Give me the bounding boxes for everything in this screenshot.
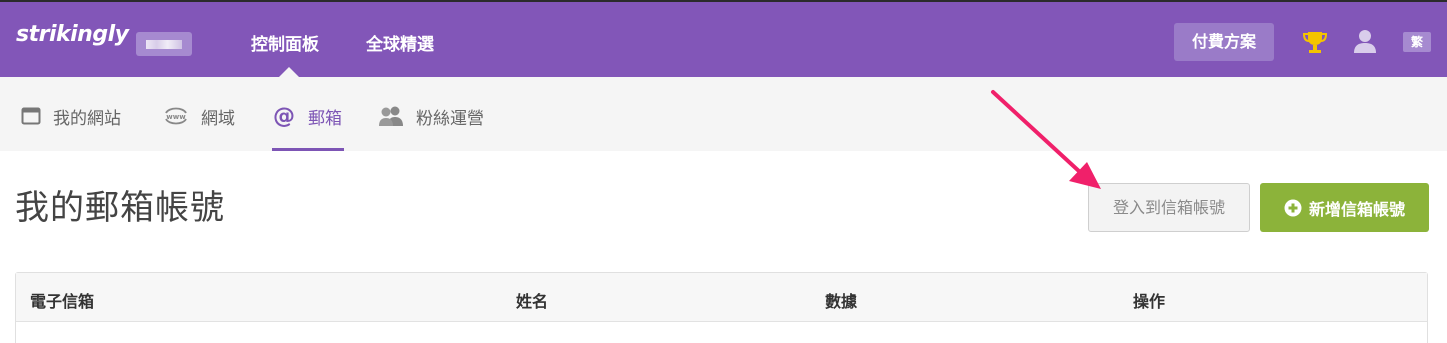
add-mailbox-label: 新增信箱帳號	[1308, 199, 1405, 219]
column-header-name: 姓名	[516, 292, 549, 311]
section-tabs: 我的網站 www 網域 @ 郵箱 粉絲運營	[0, 77, 1447, 151]
annotation-arrow	[991, 90, 1101, 189]
www-globe-icon: www	[165, 107, 187, 125]
column-header-stats: 數據	[825, 292, 858, 311]
at-sign-icon: @	[273, 104, 295, 128]
tab-label: 我的網站	[53, 108, 121, 129]
blurred-site-name	[146, 40, 182, 49]
browser-window-icon	[21, 107, 41, 125]
svg-text:www: www	[166, 113, 186, 121]
active-tab-underline	[272, 148, 344, 151]
tab-label: 郵箱	[308, 108, 342, 129]
login-to-mailbox-button[interactable]: 登入到信箱帳號	[1088, 183, 1250, 232]
tab-fan-management[interactable]: 粉絲運營	[378, 105, 484, 129]
tab-my-sites[interactable]: 我的網站	[21, 105, 121, 129]
brand-logo[interactable]: strikingly	[16, 22, 129, 47]
mailbox-table: 電子信箱 姓名 數據 操作	[15, 272, 1428, 343]
plus-circle-icon	[1284, 199, 1302, 216]
top-navbar: strikingly 控制面板 全球精選 付費方案 繁	[0, 0, 1447, 79]
column-header-email: 電子信箱	[30, 292, 95, 311]
column-header-actions: 操作	[1133, 292, 1166, 311]
tab-label: 粉絲運營	[416, 108, 484, 129]
add-mailbox-button[interactable]: 新增信箱帳號	[1260, 183, 1429, 232]
tab-label: 網域	[201, 108, 235, 129]
users-icon	[379, 106, 403, 126]
tab-domains[interactable]: www 網域	[163, 105, 235, 129]
user-avatar-icon[interactable]	[1352, 28, 1378, 54]
page-title: 我的郵箱帳號	[15, 188, 225, 228]
trophy-icon[interactable]	[1302, 29, 1328, 55]
tab-mailbox[interactable]: @ 郵箱	[272, 104, 342, 129]
language-switcher[interactable]: 繁	[1403, 32, 1431, 52]
topnav-discover[interactable]: 全球精選	[366, 30, 434, 55]
table-header: 電子信箱 姓名 數據 操作	[16, 273, 1427, 322]
svg-text:@: @	[273, 104, 295, 128]
site-selector[interactable]	[136, 32, 192, 56]
pricing-button[interactable]: 付費方案	[1174, 23, 1274, 61]
topnav-dashboard[interactable]: 控制面板	[251, 30, 319, 55]
